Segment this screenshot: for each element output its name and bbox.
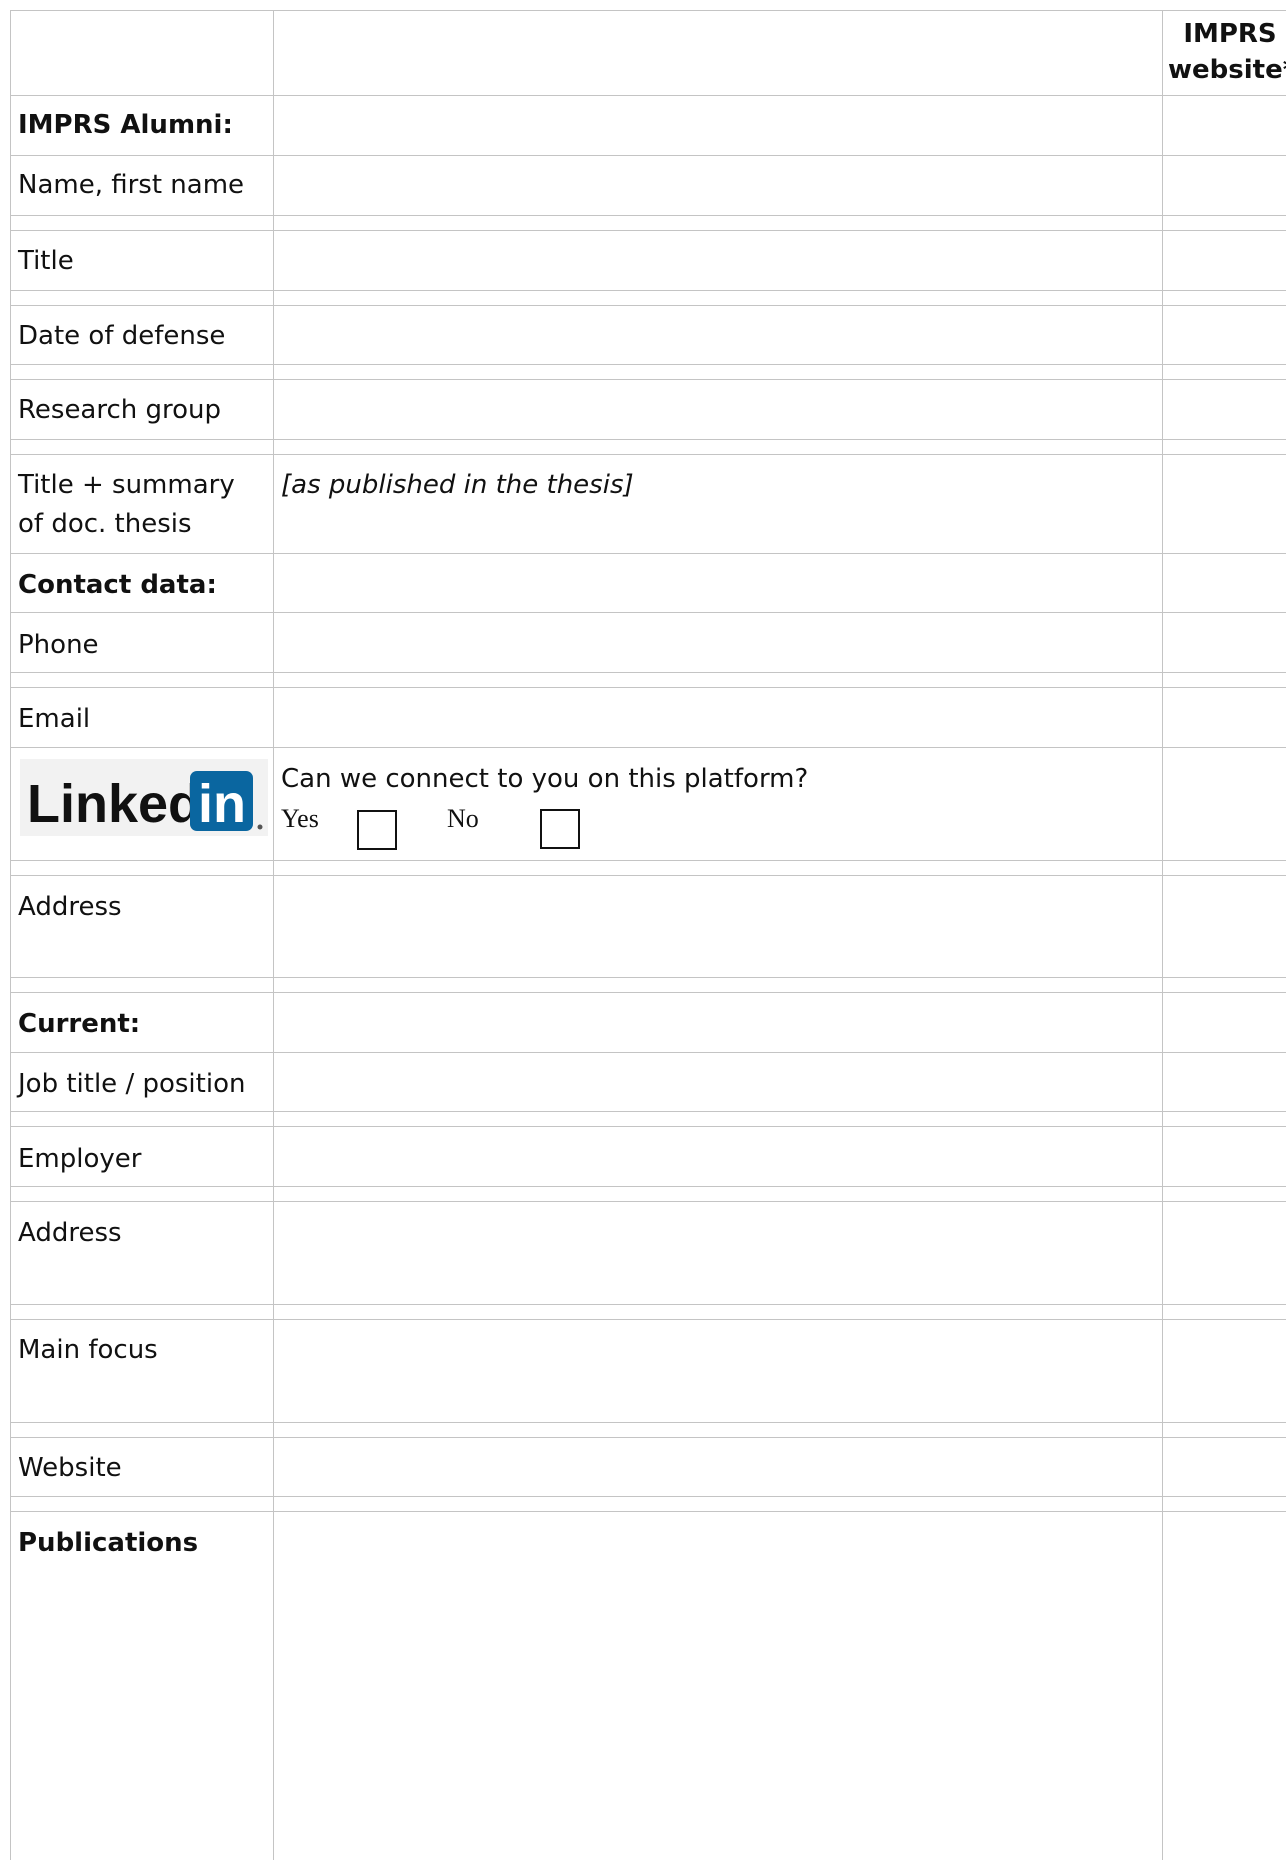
row-line	[10, 992, 1286, 993]
row-line	[10, 95, 1286, 96]
row-line	[10, 364, 1286, 365]
input-employer[interactable]	[274, 1127, 1162, 1186]
column-header-line-1: IMPRS	[1183, 19, 1277, 49]
thesis-hint: [as published in the thesis]	[281, 470, 634, 500]
section-current: Current:	[18, 1009, 141, 1039]
input-date-of-defense[interactable]	[274, 306, 1162, 364]
checkbox-yes[interactable]	[357, 810, 397, 850]
input-phone[interactable]	[274, 613, 1162, 672]
row-line	[10, 747, 1286, 748]
label-email: Email	[18, 704, 91, 734]
row-line	[10, 454, 1286, 455]
label-job-title: Job title / position	[18, 1069, 246, 1099]
row-line	[10, 1496, 1286, 1497]
logo-linked-text: Linked	[27, 774, 201, 834]
section-imprs-alumni: IMPRS Alumni:	[18, 110, 233, 140]
section-contact-data: Contact data:	[18, 570, 217, 600]
input-address-current[interactable]	[274, 1202, 1162, 1304]
linkedin-question: Can we connect to you on this platform?	[281, 764, 809, 794]
row-line	[10, 439, 1286, 440]
label-address: Address	[18, 892, 122, 922]
label-thesis-1: Title + summary	[18, 470, 235, 500]
label-name: Name, first name	[18, 170, 245, 200]
label-title: Title	[18, 246, 74, 276]
column-divider-2	[1162, 10, 1163, 1860]
label-no: No	[447, 804, 479, 833]
row-line	[10, 860, 1286, 861]
column-header-imprs-website: IMPRS website*	[1168, 16, 1286, 88]
alumni-form-table: IMPRS website* IMPRS Alumni: Name, first…	[0, 0, 1286, 1860]
label-employer: Employer	[18, 1144, 142, 1174]
checkbox-no[interactable]	[540, 809, 580, 849]
input-name[interactable]	[274, 156, 1162, 215]
label-address-current: Address	[18, 1218, 122, 1248]
row-line	[10, 1422, 1286, 1423]
row-line	[10, 553, 1286, 554]
label-date-of-defense: Date of defense	[18, 321, 226, 351]
row-line	[10, 10, 1286, 11]
label-research-group: Research group	[18, 395, 222, 425]
table-left-border	[10, 10, 11, 1860]
label-thesis-2: of doc. thesis	[18, 509, 192, 539]
input-job-title[interactable]	[274, 1053, 1162, 1111]
logo-in-text: in	[198, 774, 246, 834]
input-email[interactable]	[274, 688, 1162, 747]
input-address[interactable]	[274, 876, 1162, 977]
input-research-group[interactable]	[274, 380, 1162, 439]
row-line	[10, 672, 1286, 673]
label-main-focus: Main focus	[18, 1335, 158, 1365]
label-phone: Phone	[18, 630, 99, 660]
row-line	[10, 215, 1286, 216]
section-publications: Publications	[18, 1528, 199, 1558]
linkedin-logo-icon: Linked in	[20, 759, 268, 836]
row-line	[10, 290, 1286, 291]
label-yes: Yes	[281, 804, 319, 833]
input-title[interactable]	[274, 231, 1162, 290]
label-website: Website	[18, 1453, 122, 1483]
row-line	[10, 1304, 1286, 1305]
input-website[interactable]	[274, 1438, 1162, 1496]
row-line	[10, 1111, 1286, 1112]
column-header-line-2: website*	[1168, 55, 1286, 85]
input-publications[interactable]	[274, 1512, 1162, 1860]
input-main-focus[interactable]	[274, 1320, 1162, 1422]
row-line	[10, 1186, 1286, 1187]
row-line	[10, 977, 1286, 978]
